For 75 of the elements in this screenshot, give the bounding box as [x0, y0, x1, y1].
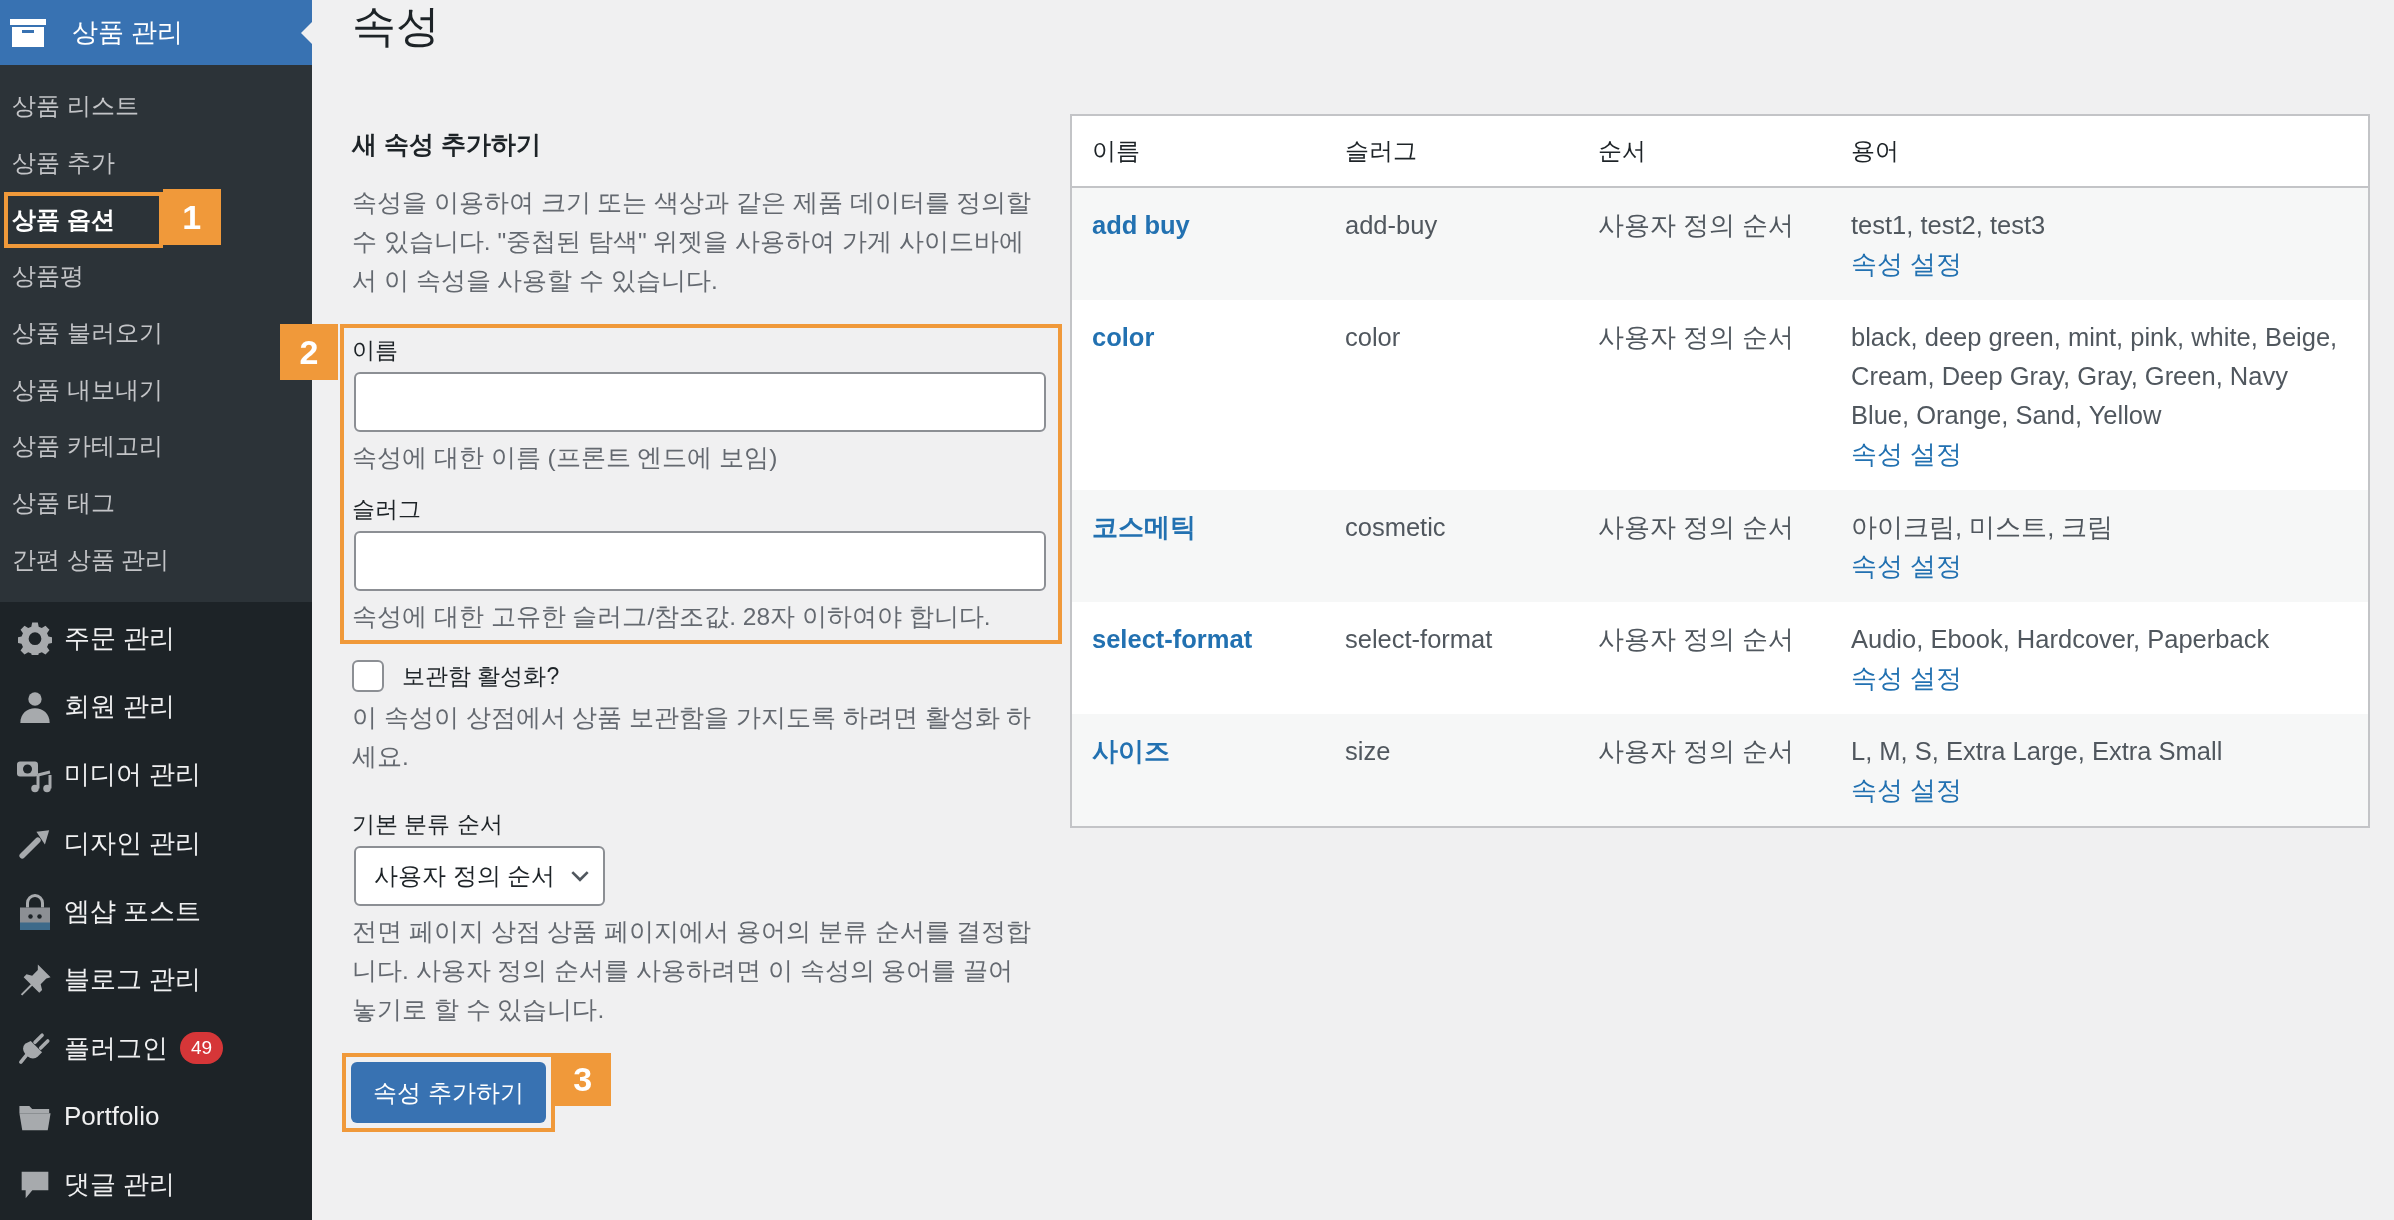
menu-item[interactable]: 댓글 관리: [64, 1167, 176, 1203]
menu-item[interactable]: 블로그 관리: [64, 962, 202, 998]
column-header: 용어: [1851, 136, 1900, 166]
submenu-item[interactable]: 상품 태그: [4, 475, 123, 532]
sidebar-header[interactable]: 상품 관리: [0, 0, 312, 65]
user-icon: [19, 690, 51, 723]
form-description: 속성을 이용하여 크기 또는 색상과 같은 제품 데이터를 정의할 수 있습니다. "중첩된 탐색" 위젯을 사용하여 가게 사이드바에서 이 속성을 사용할 수 있습니다.: [352, 188, 1032, 296]
field-hint: 이 속성이 상점에서 상품 보관함을 가지도록 하려면 활성화 하세요.: [352, 703, 1032, 772]
submenu-item[interactable]: 상품 추가: [4, 135, 123, 192]
menu-item[interactable]: 디자인 관리: [64, 825, 202, 861]
configure-terms-link[interactable]: 속성 설정: [1851, 435, 1963, 474]
attribute-name-link[interactable]: add buy: [1092, 211, 1190, 239]
table-cell-text: add-buy: [1345, 210, 1439, 241]
table-cell-text: select-format: [1345, 624, 1494, 655]
table-cell-text: color: [1345, 322, 1402, 353]
attribute-name-link[interactable]: color: [1092, 323, 1155, 351]
configure-terms-link[interactable]: 속성 설정: [1851, 547, 1963, 586]
submenu-item[interactable]: 상품평: [4, 248, 92, 305]
field-hint: 속성에 대한 이름 (프론트 엔드에 보임): [352, 443, 779, 473]
callout-number: 1: [162, 189, 221, 246]
archive-box-icon: [10, 18, 46, 47]
input-field[interactable]: [354, 531, 1046, 591]
submenu-item[interactable]: 간편 상품 관리: [4, 531, 178, 588]
table-cell-text: Audio, Ebook, Hardcover, Paperback: [1851, 624, 2270, 655]
table-cell-text: L, M, S, Extra Large, Extra Small: [1851, 736, 2223, 767]
column-header: 슬러그: [1345, 136, 1418, 166]
table-cell-text: 사용자 정의 순서: [1598, 210, 1796, 241]
table-cell-text: 아이크림, 미스트, 크림: [1851, 512, 2114, 543]
attribute-name-link[interactable]: select-format: [1092, 625, 1253, 653]
add-attribute-button[interactable]: 속성 추가하기: [351, 1062, 546, 1123]
field-hint: 전면 페이지 상점 상품 페이지에서 용어의 분류 순서를 결정합니다. 사용자 정의 순서를 사용하려면 이 속성의 용어를 끌어놓기로 할 수 있습니다.: [352, 917, 1032, 1025]
gear-icon: [18, 621, 52, 656]
field-label: 슬러그: [352, 495, 422, 524]
pushpin-icon: [18, 962, 52, 997]
chevron-down-icon: [571, 870, 590, 882]
field-hint: 속성에 대한 고유한 슬러그/참조값. 28자 이하여야 합니다.: [352, 602, 992, 632]
table-cell-text: 사용자 정의 순서: [1598, 322, 1796, 353]
page-title: 속성: [352, 0, 441, 52]
field-label: 이름: [352, 336, 399, 365]
menu-item[interactable]: 엠샵 포스트: [64, 894, 202, 929]
menu-item[interactable]: 회원 관리: [64, 689, 176, 725]
table-cell-text: 사용자 정의 순서: [1598, 624, 1796, 655]
sort-order-dropdown[interactable]: 사용자 정의 순서: [354, 846, 606, 906]
callout-number: 2: [280, 324, 338, 380]
shopping-bag-icon: [17, 893, 53, 930]
checkbox-label: 보관함 활성화?: [402, 662, 560, 691]
plug-icon: [18, 1031, 52, 1066]
submenu-item[interactable]: 상품 카테고리: [4, 418, 171, 475]
update-count-badge: 49: [180, 1032, 224, 1065]
attribute-name-link[interactable]: 사이즈: [1092, 737, 1170, 765]
input-field[interactable]: [354, 372, 1046, 432]
table-cell-text: cosmetic: [1345, 512, 1447, 543]
column-header: 이름: [1092, 136, 1141, 166]
column-header: 순서: [1598, 136, 1647, 166]
table-cell-text: test1, test2, test3: [1851, 210, 2046, 241]
table-cell-text: size: [1345, 736, 1392, 767]
field-label: 기본 분류 순서: [352, 810, 504, 839]
submenu-item[interactable]: 상품 리스트: [4, 78, 147, 135]
configure-terms-link[interactable]: 속성 설정: [1851, 659, 1963, 698]
submenu-item[interactable]: 상품 옵션: [4, 191, 163, 248]
menu-item[interactable]: 플러그인: [64, 1030, 168, 1066]
table-cell-text: black, deep green, mint, pink, white, Beige, Cream, Deep Gray, Gray, Green, Navy Blue, Orange, Sand, Yellow: [1851, 322, 2339, 431]
menu-item[interactable]: 미디어 관리: [64, 757, 202, 793]
menu-item[interactable]: Portfolio: [64, 1100, 160, 1132]
table-cell-text: 사용자 정의 순서: [1598, 512, 1796, 543]
table-cell-text: 사용자 정의 순서: [1598, 736, 1796, 767]
checkbox[interactable]: [352, 660, 384, 692]
configure-terms-link[interactable]: 속성 설정: [1851, 771, 1963, 810]
configure-terms-link[interactable]: 속성 설정: [1851, 245, 1963, 284]
submenu-item[interactable]: 상품 내보내기: [4, 361, 171, 418]
attribute-name-link[interactable]: 코스메틱: [1092, 513, 1196, 541]
menu-item[interactable]: 주문 관리: [64, 620, 176, 656]
submenu-item[interactable]: 상품 불러오기: [4, 305, 171, 362]
form-heading: 새 속성 추가하기: [352, 129, 542, 160]
callout-number: 3: [554, 1053, 611, 1106]
